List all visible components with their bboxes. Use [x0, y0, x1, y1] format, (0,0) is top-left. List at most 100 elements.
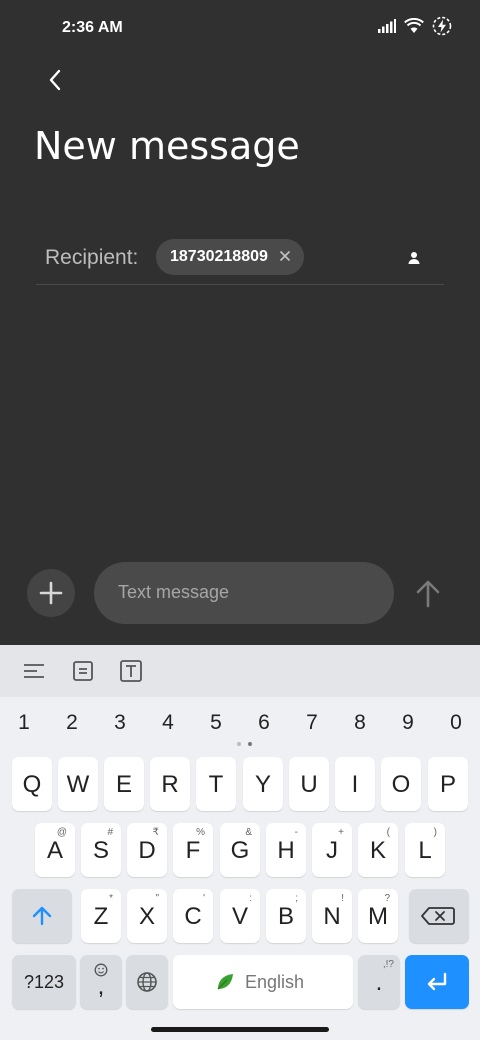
message-placeholder: Text message — [118, 582, 230, 602]
contact-icon[interactable] — [406, 250, 422, 266]
key-h[interactable]: -H — [266, 823, 306, 877]
key-b[interactable]: ; B — [266, 889, 306, 943]
key-e[interactable]: E — [104, 757, 144, 811]
key-label: Q — [22, 771, 42, 798]
key-j[interactable]: + J — [312, 823, 352, 877]
key-i[interactable]: I — [335, 757, 375, 811]
page-dot — [237, 742, 241, 746]
back-arrow-icon — [49, 69, 61, 91]
back-button[interactable] — [40, 62, 76, 98]
key-label: E — [115, 771, 132, 798]
key-label: C — [184, 903, 202, 930]
key-g[interactable]: & G — [220, 823, 260, 877]
key-y[interactable]: Y — [243, 757, 283, 811]
key-label: J — [326, 837, 338, 864]
key-label: Y — [254, 771, 271, 798]
key-8[interactable]: 8 — [336, 711, 384, 735]
key-f[interactable]: % F — [173, 823, 213, 877]
text-format-icon[interactable] — [119, 659, 143, 683]
key-label: X — [138, 903, 155, 930]
symbols-key-label: ?123 — [23, 972, 65, 992]
status-bar: 2:36 AM — [0, 0, 480, 56]
key-w[interactable]: W — [58, 757, 98, 811]
send-button[interactable] — [412, 576, 444, 610]
clipboard-icon[interactable] — [71, 659, 95, 683]
key-label: D — [138, 837, 156, 864]
period-key[interactable]: ,!? . — [358, 955, 400, 1009]
key-0[interactable]: 0 — [432, 711, 480, 735]
key-label: T — [208, 771, 224, 798]
page-indicator — [237, 742, 252, 746]
enter-key[interactable] — [405, 955, 469, 1009]
status-time: 2:36 AM — [62, 19, 123, 36]
key-d[interactable]: ₹ D — [127, 823, 167, 877]
key-a[interactable]: @ A — [35, 823, 75, 877]
backspace-icon — [421, 907, 455, 925]
key-r[interactable]: R — [150, 757, 190, 811]
battery-charging-icon — [432, 16, 452, 36]
key-c[interactable]: ' C — [173, 889, 213, 943]
keyboard: 1 2 3 4 5 6 7 8 9 0 Q W E R T Y U I O P … — [0, 645, 480, 1040]
space-key[interactable]: English — [173, 955, 353, 1009]
key-6[interactable]: 6 — [240, 711, 288, 735]
keyboard-toolbar — [0, 645, 480, 697]
key-v[interactable]: :V — [220, 889, 260, 943]
recipient-chip-text: 18730218809 — [170, 248, 268, 265]
key-n[interactable]: ! N — [312, 889, 352, 943]
key-1[interactable]: 1 — [0, 711, 48, 735]
key-label: V — [231, 903, 248, 930]
comma-label: , — [97, 973, 105, 1000]
key-label: K — [369, 837, 386, 864]
key-2[interactable]: 2 — [48, 711, 96, 735]
key-label: U — [300, 771, 318, 798]
recipient-chip[interactable]: 18730218809 — [156, 239, 304, 275]
key-x[interactable]: " X — [127, 889, 167, 943]
key-label: F — [185, 837, 201, 864]
close-icon[interactable] — [276, 247, 294, 265]
key-label: W — [66, 771, 90, 798]
wifi-icon — [404, 18, 424, 33]
key-label: A — [46, 837, 63, 864]
globe-icon — [137, 972, 157, 992]
key-m[interactable]: ? M — [358, 889, 398, 943]
leaf-icon — [217, 974, 233, 990]
plus-icon — [39, 581, 63, 605]
key-z[interactable]: * Z — [81, 889, 121, 943]
key-label: Z — [93, 903, 109, 930]
arrow-up-icon — [416, 580, 440, 608]
key-l[interactable]: ) L — [405, 823, 445, 877]
home-indicator[interactable] — [151, 1027, 329, 1032]
signal-icon — [378, 19, 396, 33]
key-label: N — [323, 903, 341, 930]
key-4[interactable]: 4 — [144, 711, 192, 735]
key-label: M — [368, 903, 388, 930]
comma-key[interactable]: , — [80, 955, 122, 1009]
key-p[interactable]: P — [428, 757, 468, 811]
key-5[interactable]: 5 — [192, 711, 240, 735]
symbols-key[interactable]: ?123 — [12, 955, 76, 1009]
key-label: R — [161, 771, 179, 798]
key-s[interactable]: # S — [81, 823, 121, 877]
key-u[interactable]: U — [289, 757, 329, 811]
composer-bar: Text message — [0, 560, 480, 630]
page-title: New message — [34, 124, 300, 168]
backspace-key[interactable] — [409, 889, 469, 943]
menu-lines-icon[interactable] — [22, 659, 46, 683]
key-3[interactable]: 3 — [96, 711, 144, 735]
enter-arrow-icon — [427, 972, 447, 991]
key-9[interactable]: 9 — [384, 711, 432, 735]
shift-key[interactable] — [12, 889, 72, 943]
key-k[interactable]: (K — [358, 823, 398, 877]
recipient-row[interactable]: Recipient: 18730218809 — [36, 236, 444, 285]
key-t[interactable]: T — [196, 757, 236, 811]
recipient-label: Recipient: — [45, 246, 139, 269]
shift-arrow-icon — [32, 906, 52, 926]
key-label: L — [418, 837, 432, 864]
period-label: . — [375, 969, 383, 996]
key-o[interactable]: O — [381, 757, 421, 811]
message-input[interactable]: Text message — [94, 562, 394, 624]
key-q[interactable]: Q — [12, 757, 52, 811]
attach-button[interactable] — [27, 569, 75, 617]
key-7[interactable]: 7 — [288, 711, 336, 735]
language-key[interactable] — [126, 955, 168, 1009]
